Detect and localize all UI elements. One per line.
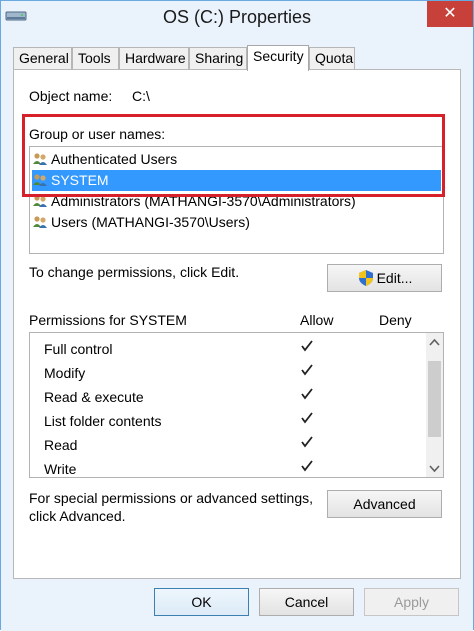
deny-header: Deny [379, 312, 412, 328]
advanced-button[interactable]: Advanced [327, 490, 442, 518]
allow-check-icon [301, 364, 313, 376]
cancel-button[interactable]: Cancel [259, 588, 354, 616]
allow-check-icon [301, 412, 313, 424]
permission-name: Read [44, 437, 78, 453]
user-item-users[interactable]: Users (MATHANGI-3570\Users) [32, 212, 441, 233]
tab-sharing[interactable]: Sharing [189, 47, 247, 69]
permission-name: Modify [44, 365, 86, 381]
permission-row-full-control: Full control [44, 337, 112, 361]
apply-button[interactable]: Apply [364, 588, 459, 616]
permissions-label: Permissions for SYSTEM [29, 312, 187, 328]
tab-tools[interactable]: Tools [72, 47, 119, 69]
edit-button-label: Edit... [376, 270, 413, 286]
user-item-label: Users (MATHANGI-3570\Users) [51, 214, 250, 230]
tab-security[interactable]: Security [247, 45, 309, 71]
edit-button[interactable]: Edit... [327, 264, 442, 292]
tab-quota[interactable]: Quota [309, 47, 355, 69]
permission-row-read-execute: Read & execute [44, 385, 144, 409]
permission-name: Write [44, 461, 77, 477]
permission-row-read: Read [44, 433, 77, 457]
chevron-down-icon[interactable] [429, 463, 440, 474]
permissions-list[interactable]: Full control Modify Read & execute List … [29, 332, 444, 478]
allow-header: Allow [300, 312, 334, 328]
special-permissions-text-line1: For special permissions or advanced sett… [29, 490, 314, 506]
dialog-footer: OK Cancel Apply [1, 581, 473, 631]
title-bar[interactable]: OS (C:) Properties ✕ [1, 1, 473, 37]
window-title: OS (C:) Properties [162, 7, 312, 27]
permissions-scrollbar[interactable] [426, 333, 443, 477]
permission-name: Full control [44, 341, 113, 357]
properties-dialog: OS (C:) Properties ✕ General Tools Hardw… [0, 0, 474, 631]
change-permissions-text: To change permissions, click Edit. [29, 264, 240, 280]
close-icon: ✕ [443, 5, 457, 22]
permission-row-list-folder-contents: List folder contents [44, 409, 162, 433]
chevron-up-icon[interactable] [429, 337, 440, 348]
uac-shield-icon [358, 270, 373, 286]
tab-general[interactable]: General [13, 47, 72, 69]
permission-row-modify: Modify [44, 361, 85, 385]
permission-name: List folder contents [44, 413, 162, 429]
special-permissions-text-line2: click Advanced. [29, 508, 126, 524]
allow-check-icon [301, 460, 313, 472]
allow-check-icon [301, 388, 313, 400]
tab-hardware[interactable]: Hardware [119, 47, 189, 69]
annotation-highlight-box [22, 114, 445, 197]
object-name-value: C:\ [132, 88, 150, 104]
users-icon [33, 216, 47, 228]
allow-check-icon [301, 436, 313, 448]
object-name-label: Object name: [29, 88, 113, 104]
close-button[interactable]: ✕ [427, 1, 473, 27]
ok-button[interactable]: OK [154, 588, 249, 616]
permission-name: Read & execute [44, 389, 144, 405]
scroll-thumb[interactable] [428, 361, 441, 437]
allow-check-icon [301, 340, 313, 352]
permission-row-write: Write [44, 457, 77, 477]
